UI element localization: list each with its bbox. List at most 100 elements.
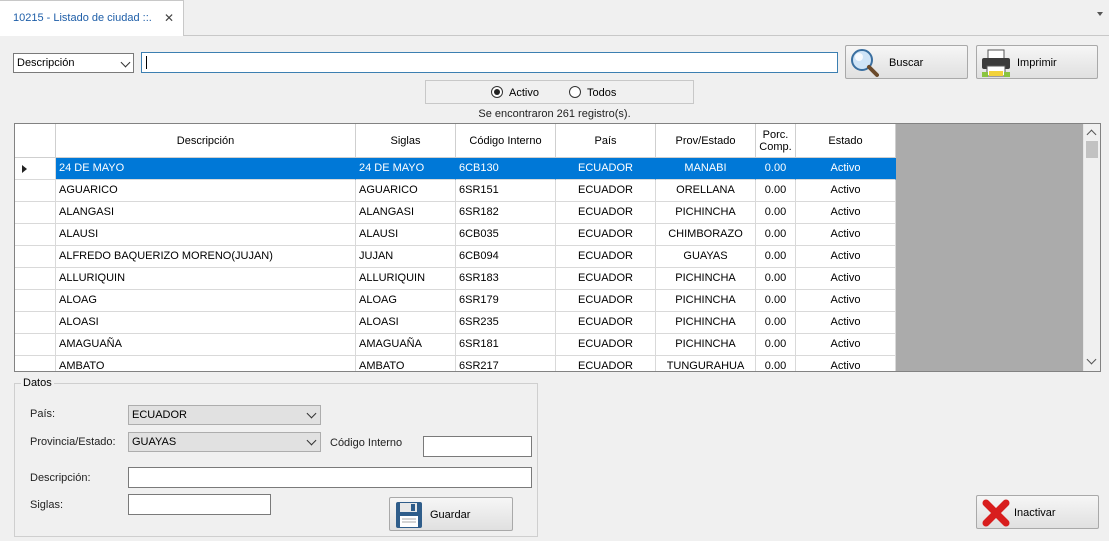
cell-descripcion[interactable]: 24 DE MAYO bbox=[56, 158, 356, 180]
row-header[interactable] bbox=[15, 158, 56, 180]
table-row[interactable]: AMBATO AMBATO 6SR217 ECUADOR TUNGURAHUA 0.00 A… bbox=[15, 356, 896, 371]
cell-descripcion[interactable]: ALLURIQUIN bbox=[56, 268, 356, 290]
row-header[interactable] bbox=[15, 246, 56, 268]
tab-menu-chevron-icon[interactable] bbox=[1097, 12, 1103, 16]
radio-todos[interactable] bbox=[569, 86, 581, 98]
cell-descripcion[interactable]: AMBATO bbox=[56, 356, 356, 371]
cell-siglas[interactable]: ALLURIQUIN bbox=[356, 268, 456, 290]
table-row[interactable]: ALLURIQUIN ALLURIQUIN 6SR183 ECUADOR PICHINC… bbox=[15, 268, 896, 290]
cell-descripcion[interactable]: ALOASI bbox=[56, 312, 356, 334]
table-row[interactable]: ALANGASI ALANGASI 6SR182 ECUADOR PICHINCHA 0.… bbox=[15, 202, 896, 224]
row-header[interactable] bbox=[15, 312, 56, 334]
siglas-field[interactable] bbox=[128, 494, 271, 515]
cell-pais[interactable]: ECUADOR bbox=[556, 180, 656, 202]
row-header[interactable] bbox=[15, 202, 56, 224]
cell-codigo-interno[interactable]: 6SR181 bbox=[456, 334, 556, 356]
guardar-button[interactable]: Guardar bbox=[389, 497, 513, 531]
cell-codigo-interno[interactable]: 6CB035 bbox=[456, 224, 556, 246]
table-row[interactable]: 24 DE MAYO 24 DE MAYO 6CB130 ECUADOR MANABI 0… bbox=[15, 158, 896, 180]
cell-pais[interactable]: ECUADOR bbox=[556, 290, 656, 312]
cell-prov-estado[interactable]: TUNGURAHUA bbox=[656, 356, 756, 371]
cell-prov-estado[interactable]: MANABI bbox=[656, 158, 756, 180]
cell-pais[interactable]: ECUADOR bbox=[556, 202, 656, 224]
descripcion-field[interactable] bbox=[128, 467, 532, 488]
cell-siglas[interactable]: AMBATO bbox=[356, 356, 456, 371]
cell-descripcion[interactable]: ALOAG bbox=[56, 290, 356, 312]
cell-siglas[interactable]: ALANGASI bbox=[356, 202, 456, 224]
row-header[interactable] bbox=[15, 356, 56, 371]
cell-siglas[interactable]: 24 DE MAYO bbox=[356, 158, 456, 180]
cell-prov-estado[interactable]: ORELLANA bbox=[656, 180, 756, 202]
cell-pais[interactable]: ECUADOR bbox=[556, 334, 656, 356]
cell-codigo-interno[interactable]: 6SR179 bbox=[456, 290, 556, 312]
cell-prov-estado[interactable]: GUAYAS bbox=[656, 246, 756, 268]
cell-pais[interactable]: ECUADOR bbox=[556, 224, 656, 246]
cell-prov-estado[interactable]: PICHINCHA bbox=[656, 268, 756, 290]
cell-porc-comp[interactable]: 0.00 bbox=[756, 312, 796, 334]
table-row[interactable]: ALAUSI ALAUSI 6CB035 ECUADOR CHIMBORAZO 0.00 A… bbox=[15, 224, 896, 246]
cell-porc-comp[interactable]: 0.00 bbox=[756, 334, 796, 356]
column-header-porc-comp[interactable]: Porc. Comp. bbox=[756, 124, 796, 158]
cell-descripcion[interactable]: AMAGUAÑA bbox=[56, 334, 356, 356]
imprimir-button[interactable]: Imprimir bbox=[976, 45, 1098, 79]
provincia-select[interactable]: GUAYAS bbox=[128, 432, 321, 452]
cell-pais[interactable]: ECUADOR bbox=[556, 246, 656, 268]
column-header-descripcion[interactable]: Descripción bbox=[56, 124, 356, 158]
table-row[interactable]: ALOASI ALOASI 6SR235 ECUADOR PICHINCHA 0.00 Ac… bbox=[15, 312, 896, 334]
cell-siglas[interactable]: ALOAG bbox=[356, 290, 456, 312]
cell-descripcion[interactable]: AGUARICO bbox=[56, 180, 356, 202]
cell-siglas[interactable]: ALAUSI bbox=[356, 224, 456, 246]
cell-estado[interactable]: Activo bbox=[796, 246, 896, 268]
cell-estado[interactable]: Activo bbox=[796, 290, 896, 312]
pais-select[interactable]: ECUADOR bbox=[128, 405, 321, 425]
cell-codigo-interno[interactable]: 6SR183 bbox=[456, 268, 556, 290]
scroll-down-icon[interactable] bbox=[1086, 354, 1097, 365]
cell-porc-comp[interactable]: 0.00 bbox=[756, 246, 796, 268]
cell-estado[interactable]: Activo bbox=[796, 180, 896, 202]
cell-estado[interactable]: Activo bbox=[796, 268, 896, 290]
cell-porc-comp[interactable]: 0.00 bbox=[756, 224, 796, 246]
cell-codigo-interno[interactable]: 6SR182 bbox=[456, 202, 556, 224]
cell-codigo-interno[interactable]: 6SR151 bbox=[456, 180, 556, 202]
table-row[interactable]: AMAGUAÑA AMAGUAÑA 6SR181 ECUADOR PICHINCHA 0.… bbox=[15, 334, 896, 356]
table-row[interactable]: ALFREDO BAQUERIZO MORENO(JUJAN) JUJAN 6CB0… bbox=[15, 246, 896, 268]
cell-porc-comp[interactable]: 0.00 bbox=[756, 268, 796, 290]
buscar-button[interactable]: Buscar bbox=[845, 45, 968, 79]
close-icon[interactable]: ✕ bbox=[163, 11, 175, 25]
cell-porc-comp[interactable]: 0.00 bbox=[756, 290, 796, 312]
column-header-prov-estado[interactable]: Prov/Estado bbox=[656, 124, 756, 158]
cell-pais[interactable]: ECUADOR bbox=[556, 268, 656, 290]
cell-descripcion[interactable]: ALFREDO BAQUERIZO MORENO(JUJAN) bbox=[56, 246, 356, 268]
cell-prov-estado[interactable]: PICHINCHA bbox=[656, 290, 756, 312]
codigo-interno-field[interactable] bbox=[423, 436, 532, 457]
scroll-thumb[interactable] bbox=[1086, 141, 1098, 158]
search-input[interactable] bbox=[141, 52, 838, 73]
cell-siglas[interactable]: JUJAN bbox=[356, 246, 456, 268]
cell-estado[interactable]: Activo bbox=[796, 224, 896, 246]
cell-porc-comp[interactable]: 0.00 bbox=[756, 202, 796, 224]
table-row[interactable]: ALOAG ALOAG 6SR179 ECUADOR PICHINCHA 0.00 Acti… bbox=[15, 290, 896, 312]
cell-siglas[interactable]: ALOASI bbox=[356, 312, 456, 334]
cell-descripcion[interactable]: ALANGASI bbox=[56, 202, 356, 224]
cell-prov-estado[interactable]: CHIMBORAZO bbox=[656, 224, 756, 246]
cell-pais[interactable]: ECUADOR bbox=[556, 356, 656, 371]
vertical-scrollbar[interactable] bbox=[1083, 124, 1100, 371]
cell-porc-comp[interactable]: 0.00 bbox=[756, 158, 796, 180]
row-header[interactable] bbox=[15, 268, 56, 290]
column-header-codigo-interno[interactable]: Código Interno bbox=[456, 124, 556, 158]
cell-porc-comp[interactable]: 0.00 bbox=[756, 356, 796, 371]
inactivar-button[interactable]: Inactivar bbox=[976, 495, 1099, 529]
cell-estado[interactable]: Activo bbox=[796, 356, 896, 371]
column-header-siglas[interactable]: Siglas bbox=[356, 124, 456, 158]
cell-porc-comp[interactable]: 0.00 bbox=[756, 180, 796, 202]
cell-descripcion[interactable]: ALAUSI bbox=[56, 224, 356, 246]
cell-codigo-interno[interactable]: 6CB130 bbox=[456, 158, 556, 180]
table-row[interactable]: AGUARICO AGUARICO 6SR151 ECUADOR ORELLANA 0.0… bbox=[15, 180, 896, 202]
cell-estado[interactable]: Activo bbox=[796, 334, 896, 356]
radio-activo[interactable] bbox=[491, 86, 503, 98]
cell-estado[interactable]: Activo bbox=[796, 158, 896, 180]
cell-pais[interactable]: ECUADOR bbox=[556, 158, 656, 180]
cell-siglas[interactable]: AGUARICO bbox=[356, 180, 456, 202]
cell-pais[interactable]: ECUADOR bbox=[556, 312, 656, 334]
scroll-up-icon[interactable] bbox=[1086, 129, 1097, 140]
